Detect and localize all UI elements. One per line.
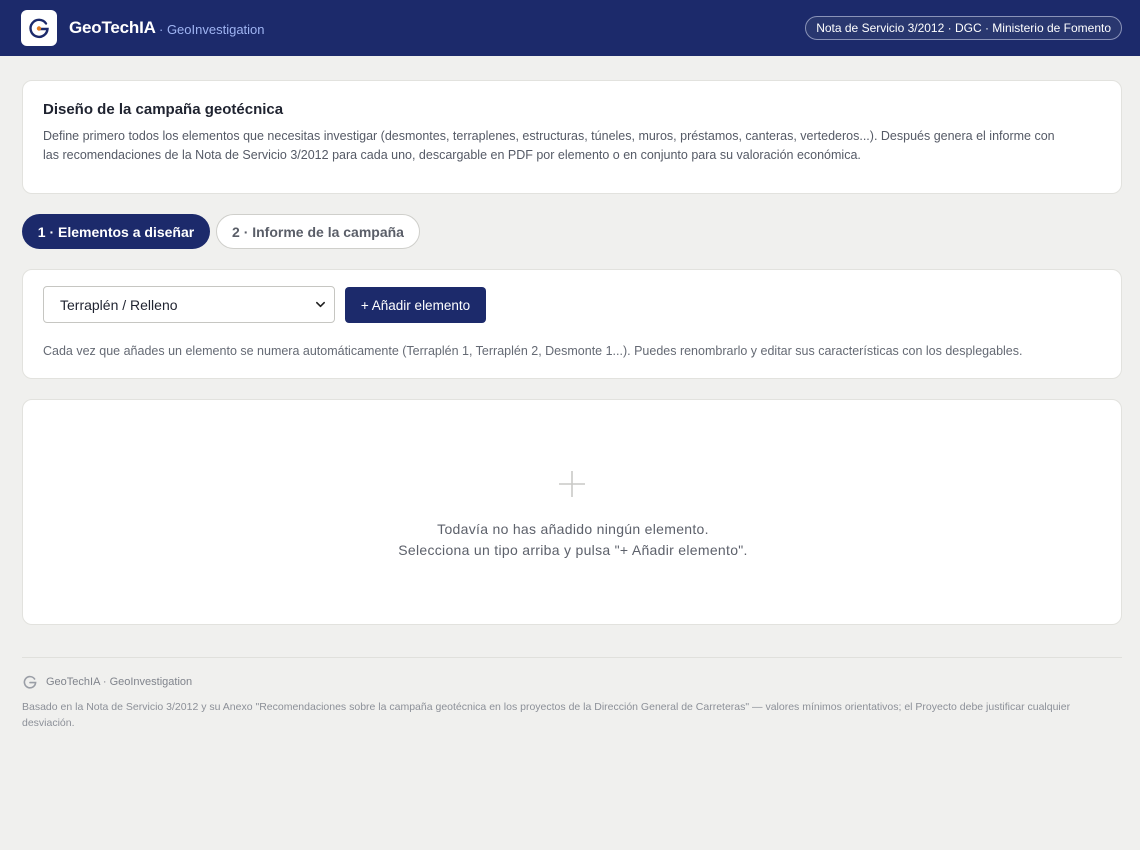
reference-badge: Nota de Servicio 3/2012 · DGC · Minister… xyxy=(805,16,1122,40)
plus-icon xyxy=(559,471,585,497)
empty-state-instruction: Selecciona un tipo arriba y pulsa "+ Aña… xyxy=(398,542,748,558)
intro-card: Diseño de la campaña geotécnica Define p… xyxy=(22,80,1122,194)
tab-report[interactable]: 2 · Informe de la campaña xyxy=(216,214,420,249)
footer-divider xyxy=(22,657,1122,658)
elements-empty-state: Todavía no has añadido ningún elemento. … xyxy=(22,399,1122,625)
intro-description: Define primero todos los elementos que n… xyxy=(43,129,1055,162)
footer-logo-icon xyxy=(23,675,37,689)
top-header: GeoTechIA · GeoInvestigation Nota de Ser… xyxy=(0,0,1140,56)
element-type-select-value: Terraplén / Relleno xyxy=(60,296,178,313)
brand-subtitle: · GeoInvestigation xyxy=(159,22,265,37)
footer-brand-label: GeoTechIA · GeoInvestigation xyxy=(46,676,193,688)
add-element-card: Terraplén / Relleno + Añadir elemento Ca… xyxy=(22,269,1122,379)
empty-state-message: Todavía no has añadido ningún elemento. xyxy=(437,521,709,537)
brand-name[interactable]: GeoTechIA xyxy=(69,18,156,38)
footer-brand: GeoTechIA · GeoInvestigation xyxy=(22,674,192,690)
app-logo[interactable] xyxy=(21,10,57,46)
geotechia-logo-icon xyxy=(29,18,49,39)
element-type-select[interactable]: Terraplén / Relleno xyxy=(43,286,335,323)
add-element-button[interactable]: + Añadir elemento xyxy=(345,287,486,323)
add-element-hint: Cada vez que añades un elemento se numer… xyxy=(43,344,1023,358)
page-title: Diseño de la campaña geotécnica xyxy=(43,101,284,118)
tab-elements[interactable]: 1 · Elementos a diseñar xyxy=(22,214,210,249)
chevron-down-icon xyxy=(316,301,325,308)
footer-disclaimer: Basado en la Nota de Servicio 3/2012 y s… xyxy=(22,701,1071,729)
